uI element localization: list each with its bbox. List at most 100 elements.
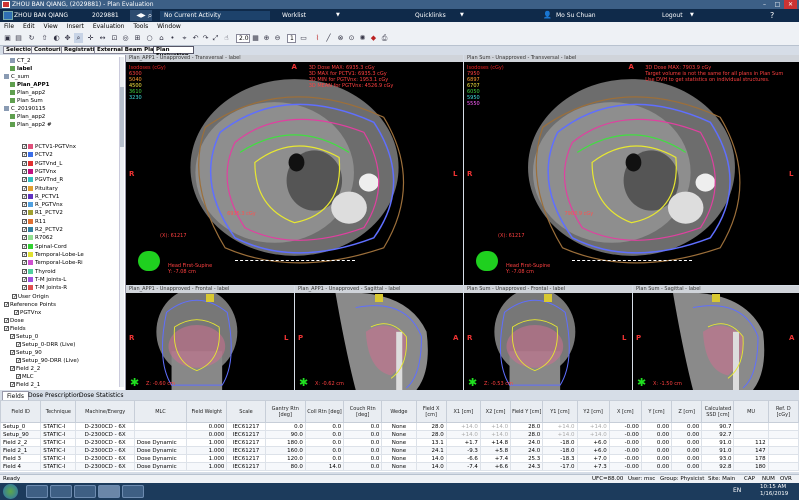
structure-checkbox[interactable]: ✓: [22, 218, 27, 224]
sidebar-scrollbar[interactable]: [119, 57, 124, 387]
column-header[interactable]: Field Y [cm]: [510, 400, 544, 423]
column-header[interactable]: Machine/Energy: [75, 400, 135, 423]
tree-item[interactable]: ✓MLC: [16, 373, 34, 381]
tree-item[interactable]: C_sum: [4, 73, 29, 81]
tree-checkbox[interactable]: ✓: [4, 326, 9, 332]
column-header[interactable]: Field ID: [0, 400, 42, 423]
structure-item[interactable]: ✓ Spinal-Cord: [22, 243, 67, 251]
zoom-in-icon[interactable]: ⊕: [262, 33, 271, 43]
tree-checkbox[interactable]: ✓: [16, 342, 21, 348]
structure-item[interactable]: ✓ Thyroid: [22, 268, 56, 276]
structure-checkbox[interactable]: ✓: [22, 260, 27, 266]
language-indicator[interactable]: EN: [733, 487, 741, 494]
hand-icon[interactable]: ☝: [222, 33, 231, 43]
column-header[interactable]: Field X [cm]: [415, 400, 447, 423]
column-header[interactable]: Gantry Rtn [deg]: [264, 400, 306, 423]
structure-checkbox[interactable]: ✓: [22, 177, 27, 183]
column-header[interactable]: MLC: [133, 400, 188, 423]
structure-checkbox[interactable]: ✓: [22, 243, 27, 249]
viewport-v3[interactable]: Plan_APP1 - Unapproved - Frontal - label…: [126, 286, 294, 390]
structure-checkbox[interactable]: ✓: [22, 144, 27, 150]
tree-item[interactable]: Plan_app2: [10, 113, 45, 121]
maximize-button[interactable]: □: [771, 0, 784, 9]
structure-checkbox[interactable]: ✓: [22, 251, 27, 257]
search-icon[interactable]: ⌕: [146, 9, 154, 22]
tree-item[interactable]: ✓PGTVnx: [14, 309, 41, 317]
column-header[interactable]: Field Weight: [186, 400, 228, 423]
logout-button[interactable]: Logout: [662, 9, 683, 22]
structure-item[interactable]: ✓ T-M joints-L: [22, 276, 66, 284]
minimize-button[interactable]: –: [758, 0, 771, 9]
line-icon[interactable]: ╱: [324, 33, 333, 43]
viewport-v2[interactable]: Plan Sum - Unapproved - Transversal - la…: [464, 55, 799, 285]
target-icon[interactable]: ◎: [121, 33, 130, 43]
beam-icon[interactable]: ⊗: [336, 33, 345, 43]
tree-item[interactable]: ✓Field 2_1: [10, 381, 40, 389]
tree-item[interactable]: Plan_app2: [10, 89, 45, 97]
print-icon[interactable]: ⎙: [380, 33, 389, 43]
structure-item[interactable]: ✓ R_PGTVnx: [22, 201, 63, 209]
structure-checkbox[interactable]: ✓: [22, 235, 27, 241]
tree-item[interactable]: ✓Reference Points: [4, 301, 56, 309]
column-header[interactable]: Z [cm]: [671, 400, 703, 423]
structure-item[interactable]: ✓ T-M joints-R: [22, 284, 67, 292]
table-row[interactable]: Field 3 STATIC-I D-2300CD - 6X Dose Dynamic…: [0, 454, 799, 463]
mlc-icon[interactable]: ✺: [358, 33, 367, 43]
close-button[interactable]: ✕: [784, 0, 797, 9]
tree-item[interactable]: label: [10, 65, 32, 73]
start-button[interactable]: [3, 484, 18, 499]
column-header[interactable]: Couch Rtn [deg]: [343, 400, 383, 423]
tree-checkbox[interactable]: ✓: [16, 374, 21, 380]
viewport-v1[interactable]: Plan_APP1 - Unapproved - Transversal - l…: [126, 55, 463, 285]
structure-item[interactable]: ✓ R11: [22, 218, 46, 226]
structure-checkbox[interactable]: ✓: [22, 152, 27, 158]
column-header[interactable]: Calculated SSD [cm]: [701, 400, 735, 423]
structure-item[interactable]: ✓ R1_PCTV2: [22, 209, 63, 217]
taskbar-explorer-icon[interactable]: [26, 485, 48, 498]
structure-item[interactable]: ✓ Temporal-Lobe-Ri: [22, 259, 83, 267]
tree-item[interactable]: ✓Field 2_2: [10, 365, 40, 373]
tree-checkbox[interactable]: ✓: [4, 318, 9, 324]
open-icon[interactable]: ▣: [3, 33, 12, 43]
logout-chevron-icon[interactable]: ▼: [690, 9, 694, 22]
structure-item[interactable]: ✓ Pituitary: [22, 185, 58, 193]
structure-item[interactable]: ✓ PGTVnd_L: [22, 160, 62, 168]
menu-evaluation[interactable]: Evaluation: [93, 23, 125, 30]
structure-item[interactable]: ✓ R2_PCTV2: [22, 226, 63, 234]
color-icon[interactable]: ◆: [369, 33, 378, 43]
zoom-tool-icon[interactable]: ⌕: [74, 33, 83, 43]
layout-icon[interactable]: ▦: [251, 33, 260, 43]
tool-icon[interactable]: ⌖: [180, 33, 189, 43]
taskbar-eclipse-icon[interactable]: [98, 485, 120, 498]
table-row[interactable]: Setup_90 STATIC-I D-2300CD - 6X 0.000 IEC612…: [0, 430, 799, 439]
hide-icon[interactable]: ▭: [299, 33, 308, 43]
slice-marker[interactable]: [206, 294, 214, 302]
tree-checkbox[interactable]: ✓: [14, 310, 19, 316]
menu-file[interactable]: File: [4, 23, 14, 30]
fit-icon[interactable]: ⤢: [211, 33, 220, 43]
clock-date[interactable]: 1/16/2019: [760, 491, 788, 497]
tree-checkbox[interactable]: ✓: [10, 366, 15, 372]
structure-item[interactable]: ✓ R_PCTV1: [22, 193, 59, 201]
tree-item[interactable]: ✓Setup_0-DRR (Live): [16, 341, 75, 349]
ct-image[interactable]: [295, 292, 463, 390]
ct-image[interactable]: [464, 288, 632, 390]
structure-checkbox[interactable]: ✓: [22, 160, 27, 166]
save-icon[interactable]: ▤: [14, 33, 23, 43]
window-level-icon[interactable]: ◐: [52, 33, 61, 43]
pan-icon[interactable]: ✥: [63, 33, 72, 43]
grid-icon[interactable]: ⊞: [133, 33, 142, 43]
slice-marker[interactable]: [375, 294, 383, 302]
zoom-out-icon[interactable]: ⊖: [273, 33, 282, 43]
table-row[interactable]: Setup_0 STATIC-I D-2300CD - 6X 0.000 IEC6121…: [0, 422, 799, 431]
structure-item[interactable]: ✓ Temporal-Lobe-Le: [22, 251, 84, 259]
crosshair-icon[interactable]: ✛: [86, 33, 95, 43]
structure-checkbox[interactable]: ✓: [22, 210, 27, 216]
page-input[interactable]: 1: [287, 34, 296, 43]
tree-item[interactable]: CT_2: [10, 57, 30, 65]
structure-checkbox[interactable]: ✓: [22, 185, 27, 191]
column-header[interactable]: Scale: [226, 400, 266, 423]
menu-tools[interactable]: Tools: [133, 23, 148, 30]
structure-checkbox[interactable]: ✓: [22, 202, 27, 208]
tree-checkbox[interactable]: ✓: [4, 302, 9, 308]
